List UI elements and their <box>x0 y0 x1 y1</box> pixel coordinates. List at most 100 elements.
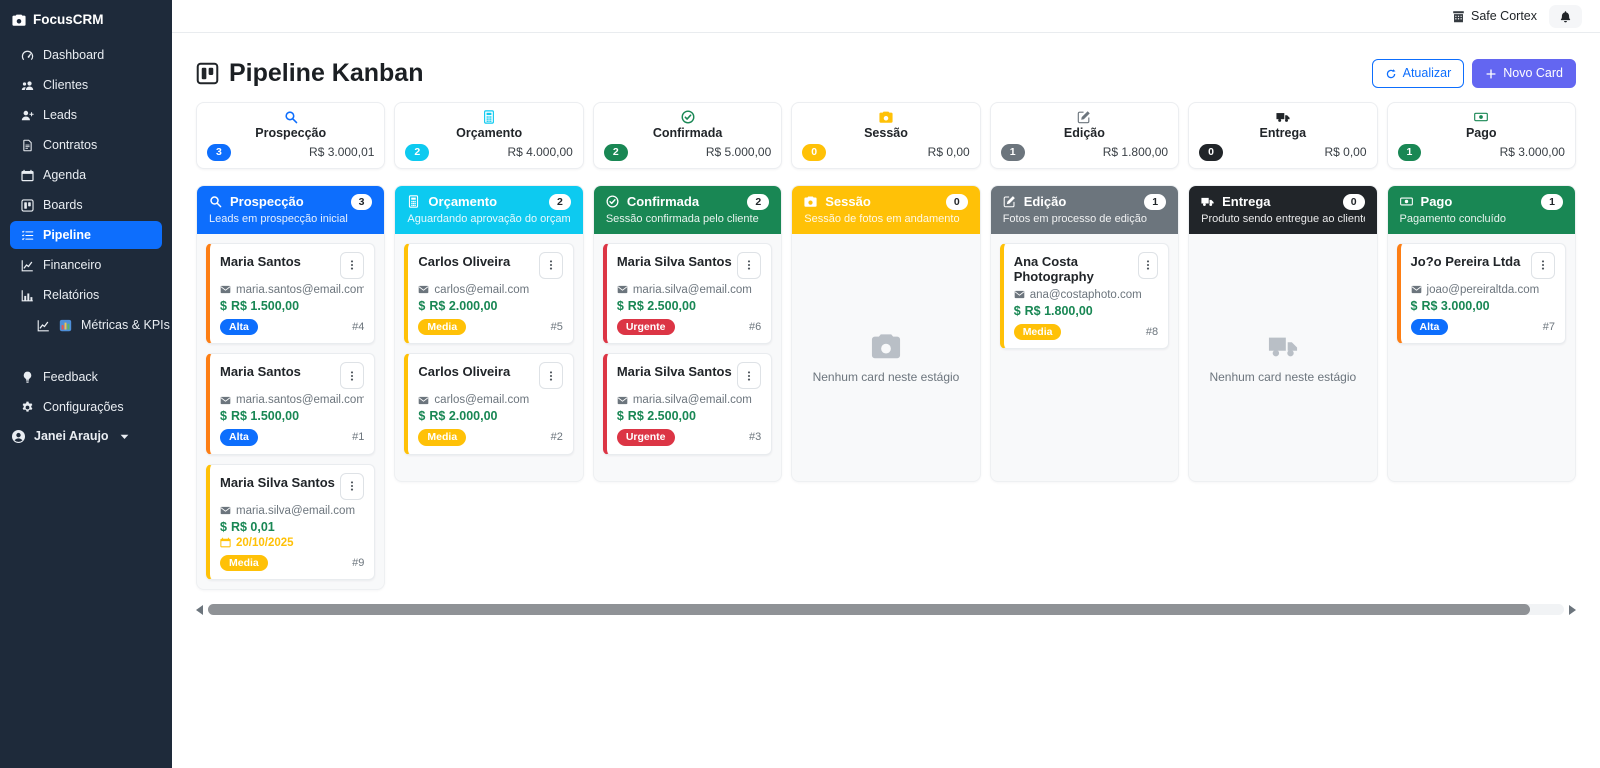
card-email: maria.silva@email.com <box>236 505 355 517</box>
stage-count-badge: 2 <box>604 144 628 161</box>
priority-badge: Media <box>220 555 268 572</box>
scrollbar-track[interactable] <box>208 604 1564 615</box>
column-body: Ana Costa Photography ana@costaphoto.com… <box>991 234 1178 481</box>
card-menu-button[interactable] <box>539 252 563 279</box>
card-email: carlos@email.com <box>434 394 529 406</box>
card-value: R$ 3.000,00 <box>1421 299 1489 313</box>
card-number: #4 <box>352 321 364 333</box>
card-menu-button[interactable] <box>340 252 364 279</box>
sidebar-item-label: Leads <box>43 108 77 122</box>
card-title: Carlos Oliveira <box>418 362 510 379</box>
sidebar-item-label: Boards <box>43 198 83 212</box>
priority-badge: Urgente <box>617 429 675 446</box>
card-title: Maria Silva Santos <box>617 362 732 379</box>
card-value: R$ 1.500,00 <box>231 409 299 423</box>
stage-count-badge: 1 <box>1001 144 1025 161</box>
sidebar-item-configuracoes[interactable]: Configurações <box>10 393 162 421</box>
stage-value: R$ 0,00 <box>1325 145 1367 159</box>
column-title: Edição <box>1024 194 1067 209</box>
person-plus-icon <box>21 109 34 122</box>
workspace[interactable]: Safe Cortex <box>1452 9 1537 23</box>
page-content: Pipeline Kanban Atualizar Novo Card Pros… <box>172 33 1600 615</box>
sidebar-item-feedback[interactable]: Feedback <box>10 363 162 391</box>
sidebar-item-dashboard[interactable]: Dashboard <box>10 41 162 69</box>
truck-icon <box>1268 331 1298 361</box>
sidebar-item-metricas-kpis[interactable]: Métricas & KPIs <box>26 311 162 339</box>
card-email: maria.silva@email.com <box>633 284 752 296</box>
scrollbar-thumb[interactable] <box>208 604 1530 615</box>
column-title: Orçamento <box>428 194 497 209</box>
sidebar-item-agenda[interactable]: Agenda <box>10 161 162 189</box>
column-count-badge: 1 <box>1541 194 1563 210</box>
pipeline-card[interactable]: Ana Costa Photography ana@costaphoto.com… <box>1000 243 1169 350</box>
currency-dollar-icon: $ <box>617 299 624 313</box>
sidebar-nav: Dashboard Clientes Leads Contratos Agend… <box>10 41 162 449</box>
currency-dollar-icon: $ <box>617 409 624 423</box>
new-card-button[interactable]: Novo Card <box>1472 59 1576 88</box>
refresh-button[interactable]: Atualizar <box>1372 59 1465 88</box>
kanban-icon <box>196 62 219 85</box>
card-title: Ana Costa Photography <box>1014 252 1138 284</box>
stage-summary-pago[interactable]: Pago 1 R$ 3.000,00 <box>1387 102 1576 169</box>
card-menu-button[interactable] <box>539 362 563 389</box>
pipeline-card[interactable]: Maria Santos maria.santos@email.com $R$ … <box>206 243 375 345</box>
column-subtitle: Produto sendo entregue ao cliente <box>1201 213 1364 225</box>
truck-icon <box>1276 110 1290 124</box>
stage-value: R$ 1.800,00 <box>1103 145 1168 159</box>
column-header: Edição 1 Fotos em processo de edição <box>991 186 1178 234</box>
stage-name: Sessão <box>802 126 969 140</box>
sidebar-item-clientes[interactable]: Clientes <box>10 71 162 99</box>
card-menu-button[interactable] <box>1531 252 1555 279</box>
sidebar-item-financeiro[interactable]: Financeiro <box>10 251 162 279</box>
pipeline-card[interactable]: Maria Silva Santos maria.silva@email.com… <box>206 464 375 581</box>
stage-summary-prospeccao[interactable]: Prospecção 3 R$ 3.000,01 <box>196 102 385 169</box>
sidebar-item-label: Feedback <box>43 370 98 384</box>
check-circle-icon <box>606 195 619 208</box>
currency-dollar-icon: $ <box>1014 304 1021 318</box>
card-menu-button[interactable] <box>1138 252 1158 279</box>
stage-summary-orcamento[interactable]: Orçamento 2 R$ 4.000,00 <box>394 102 583 169</box>
scroll-right-arrow[interactable] <box>1569 605 1576 615</box>
card-menu-button[interactable] <box>340 362 364 389</box>
stage-summary-entrega[interactable]: Entrega 0 R$ 0,00 <box>1188 102 1377 169</box>
pipeline-card[interactable]: Maria Silva Santos maria.silva@email.com… <box>603 243 772 345</box>
pipeline-card[interactable]: Maria Santos maria.santos@email.com $R$ … <box>206 353 375 455</box>
camera-icon <box>804 195 817 208</box>
stage-value: R$ 5.000,00 <box>706 145 771 159</box>
card-menu-button[interactable] <box>340 473 364 500</box>
sidebar-item-leads[interactable]: Leads <box>10 101 162 129</box>
camera-icon <box>12 13 26 27</box>
currency-dollar-icon: $ <box>1411 299 1418 313</box>
column-header: Prospecção 3 Leads em prospecção inicial <box>197 186 384 234</box>
card-menu-button[interactable] <box>737 362 761 389</box>
notifications-button[interactable] <box>1549 5 1582 28</box>
stage-name: Entrega <box>1199 126 1366 140</box>
card-title: Maria Silva Santos <box>220 473 335 490</box>
sidebar-item-janei-araujo[interactable]: Janei Araujo <box>10 423 162 449</box>
pipeline-card[interactable]: Carlos Oliveira carlos@email.com $R$ 2.0… <box>404 243 573 345</box>
column-subtitle: Fotos em processo de edição <box>1003 213 1166 225</box>
stage-summary-edicao[interactable]: Edição 1 R$ 1.800,00 <box>990 102 1179 169</box>
card-email: maria.santos@email.com <box>236 394 364 406</box>
pipeline-card[interactable]: Maria Silva Santos maria.silva@email.com… <box>603 353 772 455</box>
column-subtitle: Sessão confirmada pelo cliente <box>606 213 769 225</box>
stage-summary-confirmada[interactable]: Confirmada 2 R$ 5.000,00 <box>593 102 782 169</box>
pipeline-card[interactable]: Jo?o Pereira Ltda joao@pereiraltda.com $… <box>1397 243 1566 345</box>
card-number: #9 <box>352 557 364 569</box>
pipeline-card[interactable]: Carlos Oliveira carlos@email.com $R$ 2.0… <box>404 353 573 455</box>
dots-vertical-icon <box>346 480 358 492</box>
stage-summary-sessao[interactable]: Sessão 0 R$ 0,00 <box>791 102 980 169</box>
check-circle-icon <box>681 110 695 124</box>
currency-dollar-icon: $ <box>418 409 425 423</box>
sidebar-item-relatorios[interactable]: Relatórios <box>10 281 162 309</box>
dots-vertical-icon <box>1537 259 1549 271</box>
envelope-icon <box>617 284 628 295</box>
sidebar-item-boards[interactable]: Boards <box>10 191 162 219</box>
priority-badge: Media <box>418 319 466 336</box>
card-title: Maria Silva Santos <box>617 252 732 269</box>
sidebar-item-contratos[interactable]: Contratos <box>10 131 162 159</box>
person-circle-icon <box>12 430 25 443</box>
scroll-left-arrow[interactable] <box>196 605 203 615</box>
sidebar-item-pipeline[interactable]: Pipeline <box>10 221 162 249</box>
card-menu-button[interactable] <box>737 252 761 279</box>
